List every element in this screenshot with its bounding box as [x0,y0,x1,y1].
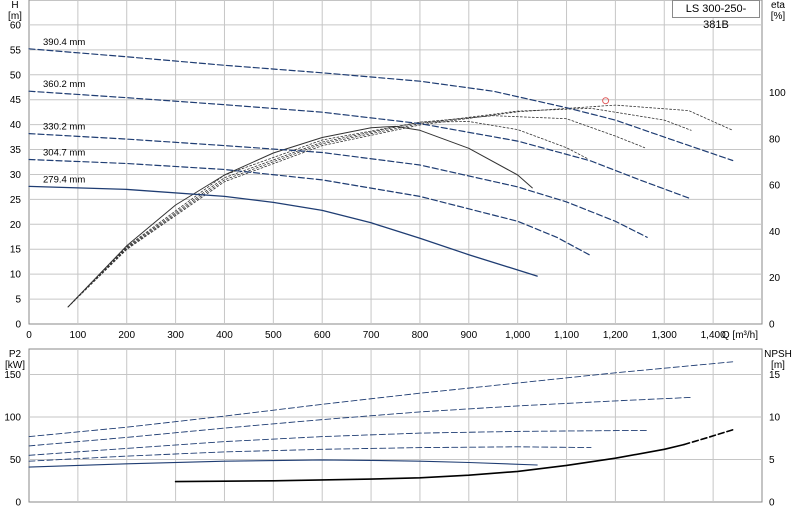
qh-y-right-label: [%] [771,11,786,22]
y-left-tick-label: 0 [15,320,21,331]
x-tick-label: 1,200 [603,330,628,341]
y-right-tick-label: 100 [769,88,786,99]
y-left-tick-label: 50 [10,455,22,466]
power-y-right-label: NPSH [764,349,792,360]
model-label-box: LS 300-250-381B [672,0,760,31]
y-left-tick-label: 25 [10,195,22,206]
y-left-tick-label: 5 [15,295,21,306]
x-tick-label: 900 [460,330,477,341]
x-tick-label: 0 [26,330,32,341]
x-tick-label: 200 [118,330,135,341]
y-left-tick-label: 35 [10,145,22,156]
y-left-tick-label: 30 [10,170,22,181]
y-left-tick-label: 150 [4,370,21,381]
y-left-tick-label: 45 [10,95,22,106]
qh-y-right-label: eta [771,0,785,11]
y-right-tick-label: 0 [769,498,775,509]
y-left-tick-label: 55 [10,45,22,56]
power-y-left-label: P2 [9,349,22,360]
y-right-tick-label: 15 [769,370,781,381]
x-tick-label: 800 [412,330,429,341]
qh-y-left-label: H [11,0,18,11]
impeller-diameter-label: 279.4 mm [43,174,85,185]
chart-svg: 0 100 200 300 400 500 600 700 800 900 1,000 1,100 1,… [4,0,792,509]
y-left-tick-label: 0 [15,498,21,509]
y-left-tick-label: 15 [10,245,22,256]
y-left-tick-label: 100 [4,413,21,424]
x-tick-label: 500 [265,330,282,341]
impeller-diameter-label: 304.7 mm [43,148,85,159]
qh-plot-frame [28,0,763,325]
power-y-left-label: [kW] [5,360,25,371]
y-left-tick-label: 40 [10,120,22,131]
x-axis-label: Q [m³/h] [722,330,758,341]
x-tick-label: 1,100 [554,330,579,341]
x-tick-label: 1,300 [652,330,677,341]
y-right-tick-label: 5 [769,455,775,466]
y-right-tick-label: 20 [769,273,781,284]
y-right-tick-label: 80 [769,134,781,145]
y-left-tick-label: 10 [10,270,22,281]
impeller-diameter-label: 330.2 mm [43,122,85,133]
qh-y-left-label: [m] [8,11,22,22]
y-right-tick-label: 10 [769,413,781,424]
y-left-tick-label: 60 [10,20,22,31]
y-left-tick-label: 50 [10,70,22,81]
impeller-diameter-label: 390.4 mm [43,37,85,48]
y-right-tick-label: 0 [769,320,775,331]
pump-curve-chart: LS 300-250-381B 0 100 200 300 400 500 600 700 80… [0,0,800,520]
x-tick-label: 1,000 [505,330,530,341]
x-tick-label: 400 [216,330,233,341]
impeller-diameter-label: 360.2 mm [43,79,85,90]
y-right-tick-label: 60 [769,181,781,192]
y-right-tick-label: 40 [769,227,781,238]
x-tick-label: 600 [314,330,331,341]
x-tick-label: 100 [70,330,87,341]
x-tick-label: 300 [167,330,184,341]
y-left-tick-label: 20 [10,220,22,231]
x-tick-label: 700 [363,330,380,341]
power-y-right-label: [m] [771,360,785,371]
